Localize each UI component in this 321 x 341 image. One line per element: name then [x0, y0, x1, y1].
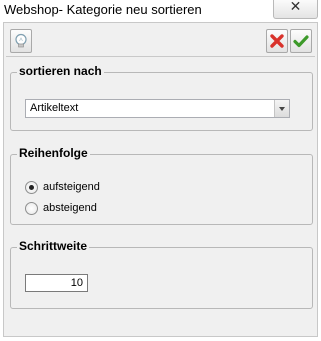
step-title: Schrittweite	[17, 239, 90, 253]
toolbar	[6, 25, 315, 57]
step-group: Schrittweite 10	[10, 239, 313, 309]
red-x-icon	[270, 34, 284, 48]
green-check-icon	[293, 35, 309, 48]
step-width-input[interactable]: 10	[25, 274, 88, 292]
dropdown-button[interactable]	[274, 100, 289, 117]
sort-by-select[interactable]: Artikeltext	[25, 99, 290, 118]
dialog-body: sortieren nach Artikeltext Reihenfolge a…	[3, 22, 318, 337]
sort-by-title: sortieren nach	[17, 64, 104, 78]
sort-by-value: Artikeltext	[30, 102, 79, 114]
help-button[interactable]	[10, 29, 32, 53]
order-title: Reihenfolge	[17, 146, 90, 160]
close-button[interactable]: ✕	[273, 0, 318, 19]
cancel-button[interactable]	[266, 29, 288, 53]
window-title: Webshop- Kategorie neu sortieren	[4, 2, 202, 17]
dialog-window: Webshop- Kategorie neu sortieren ✕ sorti…	[0, 0, 321, 341]
ok-button[interactable]	[290, 29, 312, 53]
radio-button[interactable]	[25, 202, 38, 215]
lightbulb-icon	[15, 33, 27, 48]
radio-selected-dot	[29, 185, 34, 190]
radio-label: aufsteigend	[43, 181, 100, 193]
sort-by-group: sortieren nach Artikeltext	[10, 64, 313, 131]
step-width-value: 10	[70, 277, 83, 289]
title-bar[interactable]: Webshop- Kategorie neu sortieren ✕	[0, 0, 321, 22]
radio-button[interactable]	[25, 181, 38, 194]
chevron-down-icon	[279, 107, 285, 111]
order-group: Reihenfolge aufsteigend absteigend	[10, 146, 313, 225]
radio-label: absteigend	[43, 202, 97, 214]
close-icon: ✕	[289, 0, 302, 15]
